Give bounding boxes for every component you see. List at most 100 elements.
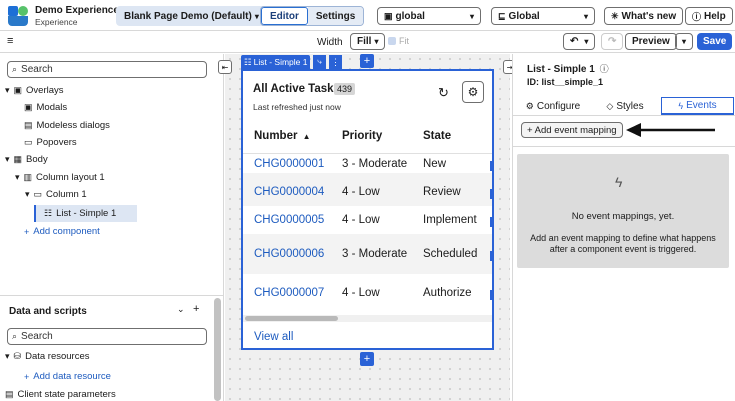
caret-down-icon: ▾ (682, 37, 687, 46)
add-below-button[interactable]: + (360, 352, 374, 366)
redo-button[interactable]: ↷ (601, 33, 624, 50)
help-icon: ⓘ (692, 11, 702, 22)
data-scripts-title: Data and scripts (9, 306, 87, 317)
tree-item-column-layout[interactable]: ▾ ▥ Column layout 1 (15, 172, 105, 183)
whats-new-button[interactable]: ✳ What's new (604, 7, 684, 25)
table-cell-number[interactable]: CHG0000006 (254, 248, 324, 260)
collapse-left-icon[interactable]: ⇤ (218, 60, 232, 74)
left-panel: ⌕ Search ▾ ▣ Overlays ▣ Modals ▤ Modeless di… (0, 54, 224, 401)
table-cell-priority: 3 - Moderate (342, 158, 408, 170)
lightning-icon: ϟ (678, 100, 684, 111)
search-placeholder: Search (21, 64, 53, 75)
panel-title-text: List - Simple 1 (527, 64, 595, 75)
divider (512, 146, 735, 147)
tree-item-body[interactable]: ▾ ▦ Body (5, 154, 48, 165)
menu-icon[interactable]: ≡ (7, 35, 13, 47)
more-icon[interactable]: ⋮ (329, 55, 342, 69)
tab-configure[interactable]: ⚙ Configure (518, 97, 588, 115)
tab-events[interactable]: ϟ Events (661, 97, 734, 115)
tab-label: Styles (616, 100, 644, 112)
tree-item-modeless[interactable]: ▤ Modeless dialogs (24, 120, 110, 131)
width-select[interactable]: Fill ▾ (350, 33, 386, 50)
preview-button[interactable]: Preview (625, 33, 677, 50)
global-select[interactable]: ⊑ Global ▾ (491, 7, 595, 25)
state-icon: ▤ (5, 389, 14, 399)
settings-tab[interactable]: Settings (307, 7, 364, 25)
scope-select[interactable]: ▣ global ▾ (377, 7, 481, 25)
tree-label: Column 1 (46, 189, 87, 200)
page-select[interactable]: Blank Page Demo (Default) ▾ (116, 6, 267, 26)
column-header-state[interactable]: State (423, 130, 451, 142)
tree-label: Data resources (25, 351, 90, 362)
add-above-button[interactable]: + (360, 54, 374, 68)
view-all-link[interactable]: View all (254, 331, 293, 343)
component-tag[interactable]: ☷ List - Simple 1 (241, 55, 311, 69)
search-placeholder: Search (21, 331, 53, 342)
fit-checkbox[interactable]: Fit (388, 36, 409, 46)
list-card[interactable]: All Active Tasks 439 Last refreshed just… (241, 69, 494, 350)
tree-item-client-state[interactable]: ▤ Client state parameters (5, 389, 116, 400)
caret-down-icon: ▾ (374, 37, 379, 46)
search-input[interactable]: ⌕ Search (7, 61, 207, 78)
caret-down-icon: ▾ (254, 11, 259, 21)
tree-label: Popovers (36, 137, 77, 148)
undo-button[interactable]: ↶ ▾ (563, 33, 596, 50)
dialog-icon: ▤ (24, 120, 33, 130)
table-cell-priority: 3 - Moderate (342, 248, 408, 260)
table-cell-state: Implement (423, 214, 477, 226)
database-icon: ⛁ (13, 351, 22, 361)
overlay-icon: ▣ (13, 85, 23, 95)
list-title: All Active Tasks (253, 83, 340, 95)
add-data-resource-link[interactable]: + Add data resource (24, 371, 111, 382)
add-icon[interactable]: + (193, 303, 199, 315)
refresh-icon[interactable]: ↻ (438, 85, 449, 101)
caret-down-icon: ▾ (5, 154, 10, 164)
tree-item-data-resources[interactable]: ▾ ⛁ Data resources (5, 351, 90, 362)
list-icon: ☷ (244, 56, 252, 67)
settings-gear-icon[interactable]: ⚙ (462, 81, 484, 103)
tree-item-column[interactable]: ▾ ▭ Column 1 (25, 189, 87, 200)
tree-item-list-simple[interactable]: ☷ List - Simple 1 (34, 205, 137, 222)
caret-down-icon: ▾ (583, 11, 588, 21)
save-button[interactable]: Save (697, 33, 733, 50)
table-cell-number[interactable]: CHG0000007 (254, 287, 324, 299)
annotation-arrow-icon (626, 123, 715, 137)
horizontal-scrollbar[interactable] (245, 316, 338, 321)
scrollbar[interactable] (214, 298, 221, 401)
tab-styles[interactable]: ◇ Styles (590, 97, 660, 115)
table-cell-priority: 4 - Low (342, 186, 380, 198)
preview-dropdown[interactable]: ▾ (675, 33, 694, 50)
tree-item-popovers[interactable]: ▭ Popovers (24, 137, 77, 148)
tree-label: Client state parameters (17, 389, 116, 400)
app-logo (8, 6, 28, 26)
divider (0, 295, 224, 296)
top-bar: Demo Experience Experience Blank Page De… (0, 0, 735, 31)
add-event-mapping-button[interactable]: + Add event mapping (521, 122, 623, 138)
tab-label: Configure (536, 100, 581, 112)
styles-icon: ◇ (606, 100, 614, 111)
tab-label: Events (686, 100, 717, 111)
list-icon: ☷ (44, 208, 53, 218)
tree-item-modals[interactable]: ▣ Modals (24, 102, 67, 113)
editor-tab[interactable]: Editor (261, 7, 308, 25)
table-cell-number[interactable]: CHG0000005 (254, 214, 324, 226)
mode-switch: Editor Settings (260, 6, 365, 26)
tree-label: List - Simple 1 (56, 208, 117, 219)
link-icon[interactable]: ⤷ (313, 55, 326, 69)
table-cell-number[interactable]: CHG0000001 (254, 158, 324, 170)
chevron-down-icon[interactable]: ⌄ (177, 304, 185, 315)
info-icon[interactable]: ⓘ (600, 64, 609, 74)
caret-down-icon: ▾ (584, 37, 589, 46)
caret-down-icon: ▾ (469, 11, 474, 21)
column-header-priority[interactable]: Priority (342, 130, 382, 142)
panel-title: List - Simple 1 ⓘ (527, 62, 609, 75)
column-header-number[interactable]: Number ▲ (254, 130, 311, 142)
data-search-input[interactable]: ⌕ Search (7, 328, 207, 345)
tree-item-overlays[interactable]: ▾ ▣ Overlays (5, 85, 64, 96)
help-label: Help (704, 10, 726, 22)
app-title: Demo Experience (35, 5, 119, 16)
undo-icon: ↶ (570, 36, 579, 47)
help-button[interactable]: ⓘ Help (685, 7, 733, 25)
add-component-link[interactable]: + Add component (24, 226, 100, 237)
table-cell-number[interactable]: CHG0000004 (254, 186, 324, 198)
